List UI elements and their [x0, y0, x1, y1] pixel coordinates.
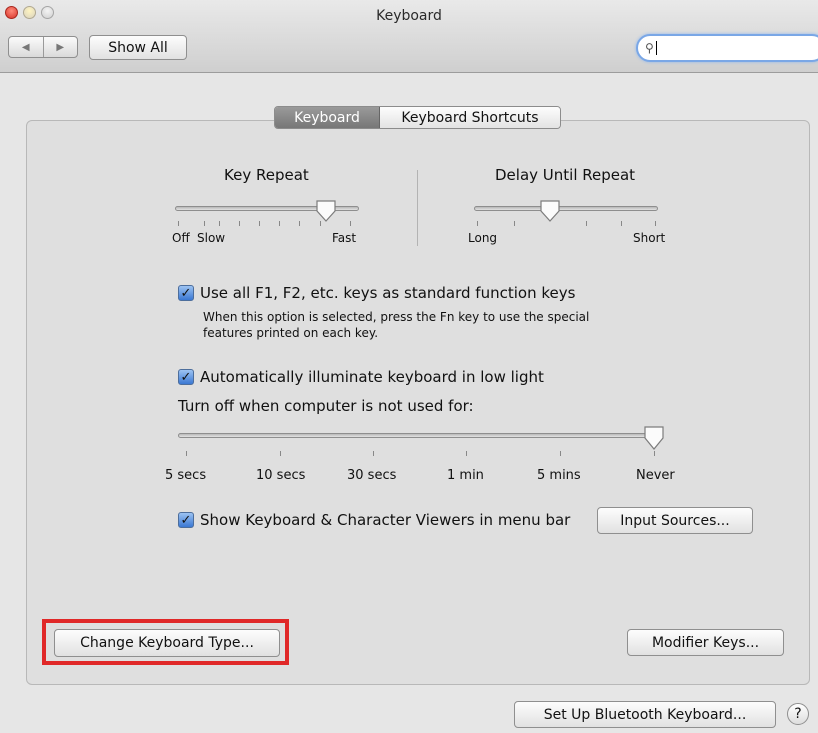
window-title: Keyboard — [376, 8, 442, 24]
tick — [259, 221, 260, 226]
back-arrow-icon[interactable]: ◀ — [9, 37, 44, 57]
title-bar: Keyboard ◀ ▶ Show All ⚲ — [0, 0, 818, 73]
illuminate-checkbox[interactable]: ✓ — [178, 369, 194, 385]
tab-keyboard-shortcuts[interactable]: Keyboard Shortcuts — [380, 107, 560, 128]
search-field[interactable]: ⚲ — [636, 34, 818, 62]
highlight-box — [42, 619, 289, 665]
input-sources-button[interactable]: Input Sources... — [597, 507, 753, 534]
show-all-button[interactable]: Show All — [89, 35, 187, 60]
stop-1-min: 1 min — [447, 468, 484, 483]
tick — [350, 221, 351, 226]
tick — [219, 221, 220, 226]
help-icon[interactable]: ? — [787, 703, 809, 725]
tick — [514, 221, 515, 226]
delay-until-repeat-slider-knob[interactable] — [539, 199, 561, 223]
tick — [586, 221, 587, 226]
tick — [280, 451, 281, 456]
turn-off-label: Turn off when computer is not used for: — [178, 397, 474, 415]
turn-off-slider-knob[interactable] — [643, 425, 665, 451]
set-up-bluetooth-keyboard-button[interactable]: Set Up Bluetooth Keyboard... — [514, 701, 776, 728]
fn-keys-label[interactable]: Use all F1, F2, etc. keys as standard fu… — [200, 284, 575, 302]
tick — [621, 221, 622, 226]
tab-keyboard[interactable]: Keyboard — [275, 107, 380, 128]
tick — [373, 451, 374, 456]
tick — [239, 221, 240, 226]
viewers-checkbox[interactable]: ✓ — [178, 512, 194, 528]
text-caret — [655, 41, 657, 55]
modifier-keys-button[interactable]: Modifier Keys... — [627, 629, 784, 656]
tick — [560, 451, 561, 456]
viewers-label[interactable]: Show Keyboard & Character Viewers in men… — [200, 511, 570, 529]
tick — [178, 221, 179, 226]
delay-until-repeat-track[interactable] — [474, 206, 658, 211]
delay-short-label: Short — [633, 231, 666, 245]
tick — [477, 221, 478, 226]
tick — [279, 221, 280, 226]
fn-keys-checkbox[interactable]: ✓ — [178, 285, 194, 301]
slider-divider — [417, 170, 418, 246]
stop-10-secs: 10 secs — [256, 468, 306, 483]
tick — [204, 221, 205, 226]
delay-until-repeat-label: Delay Until Repeat — [495, 166, 636, 184]
key-repeat-label: Key Repeat — [224, 166, 309, 184]
turn-off-track[interactable] — [178, 433, 663, 438]
tab-bar: Keyboard Keyboard Shortcuts — [274, 106, 561, 129]
stop-5-mins: 5 mins — [537, 468, 581, 483]
search-icon: ⚲ — [645, 41, 654, 55]
keyboard-preferences-window: Keyboard ◀ ▶ Show All ⚲ Keyboard Keyboar… — [0, 0, 818, 733]
stop-5-secs: 5 secs — [165, 468, 207, 483]
key-repeat-slider-knob[interactable] — [315, 199, 337, 223]
tick — [655, 221, 656, 226]
fn-keys-help-line2: features printed on each key. — [203, 326, 379, 340]
key-repeat-slow-label: Slow — [197, 231, 226, 245]
key-repeat-fast-label: Fast — [332, 231, 357, 245]
delay-long-label: Long — [468, 231, 498, 245]
stop-30-secs: 30 secs — [347, 468, 397, 483]
tick — [186, 451, 187, 456]
tick — [299, 221, 300, 226]
back-forward-control: ◀ ▶ — [8, 36, 78, 58]
tick — [654, 451, 655, 456]
stop-never: Never — [636, 468, 675, 483]
key-repeat-off-label: Off — [172, 231, 190, 245]
forward-arrow-icon[interactable]: ▶ — [44, 37, 78, 57]
fn-keys-help-line1: When this option is selected, press the … — [203, 310, 590, 324]
illuminate-label[interactable]: Automatically illuminate keyboard in low… — [200, 368, 544, 386]
tick — [466, 451, 467, 456]
